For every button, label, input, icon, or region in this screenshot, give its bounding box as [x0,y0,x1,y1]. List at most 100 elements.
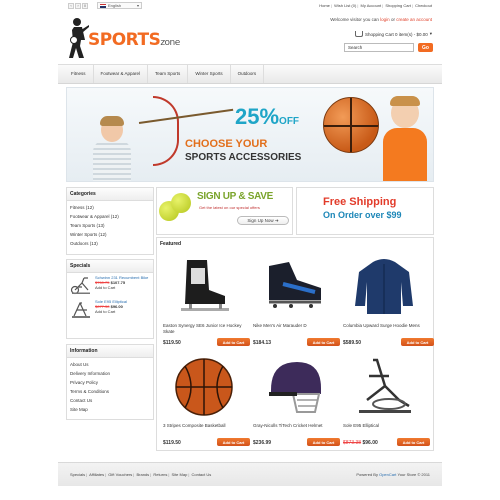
banner-line-2: SPORTS ACCESSORIES [185,152,302,163]
nav-item-footwear[interactable]: Footwear & Apparel [94,65,149,83]
top-link-wishlist[interactable]: Wish List (0) [334,3,356,8]
tennis-balls-image [159,193,193,225]
main-nav: Fitness Footwear & Apparel Team Sports W… [58,64,442,84]
info-link-about[interactable]: About Us [70,360,150,369]
product-price: $119.50 [163,440,181,446]
nav-item-outdoors[interactable]: Outdoors [231,65,265,83]
category-item[interactable]: Outdoors (13) [70,239,150,248]
free-shipping-subtitle: On Order over $99 [323,210,402,220]
signup-promo[interactable]: SIGN UP & SAVE Get the latest on our spe… [156,187,293,235]
back-arrow-icon[interactable]: ‹ [68,3,74,9]
category-item[interactable]: Fitness (12) [70,203,150,212]
free-shipping-title: Free Shipping [323,196,397,208]
arrow-right-icon: ➔ [274,218,279,223]
football-cleat-image[interactable] [263,256,325,318]
info-link-contact[interactable]: Contact Us [70,396,150,405]
product-name[interactable]: Nike Men's Air Marauder D [253,323,335,329]
hero-banner[interactable]: 25%OFF CHOOSE YOUR SPORTS ACCESSORIES [66,87,434,182]
top-link-cart[interactable]: Shopping Cart [385,3,411,8]
product-card: Sole E95 Elliptical $873.38 $96.00 Add t… [343,352,433,452]
top-link-checkout[interactable]: Checkout [415,3,432,8]
login-link[interactable]: login [380,17,390,22]
top-link-account[interactable]: My Account [360,3,381,8]
add-to-cart-button[interactable]: Add to Cart [307,338,340,346]
signup-subtitle: Get the latest on our special offers [199,205,260,210]
specials-title: Specials [67,260,153,273]
search-input[interactable] [344,43,414,52]
footer-link-brands[interactable]: Brands [136,472,149,477]
info-link-sitemap[interactable]: Site Map [70,405,150,414]
logo-athlete-icon[interactable] [68,16,90,60]
category-item[interactable]: Footwear & Apparel (12) [70,212,150,221]
info-link-delivery[interactable]: Delivery Information [70,369,150,378]
hoodie-image[interactable] [353,256,415,318]
top-link-home[interactable]: Home [319,3,330,8]
info-link-terms[interactable]: Terms & Conditions [70,387,150,396]
product-name[interactable]: Gray-Nicolls TiTech Cricket Helmet [253,423,335,429]
special-add-to-cart[interactable]: Add to Cart [95,285,148,290]
nav-item-winter-sports[interactable]: Winter Sports [188,65,231,83]
specials-box: Specials Schwinn 231 Recumbent Bike $760… [66,259,154,339]
create-account-link[interactable]: create an account [396,17,432,22]
language-select[interactable]: English ▾ [97,2,142,9]
free-shipping-promo[interactable]: Free Shipping On Order over $99 [296,187,434,235]
cricket-helmet-image[interactable] [263,356,325,418]
pause-icon[interactable]: ‖ [82,3,88,9]
special-item: Sole E95 Elliptical $877.38 $96.00 Add t… [67,297,153,321]
basketball-product-image[interactable] [173,356,235,418]
categories-box: Categories Fitness (12) Footwear & Appar… [66,187,154,255]
banner-line-1: CHOOSE YOUR [185,138,268,150]
elliptical-product-image[interactable] [353,356,415,418]
footer-link-gift-vouchers[interactable]: Gift Vouchers [108,472,132,477]
cart-summary[interactable]: Shopping Cart 0 item(s) - $0.00 ▾ [354,31,432,37]
logo-sub: zone [160,38,180,48]
banner-discount: 25%OFF [235,104,300,129]
archer-kid-image [87,116,139,181]
product-card: Columbia Upward Surge Hoodie Mens $589.5… [343,252,434,352]
add-to-cart-button[interactable]: Add to Cart [307,438,340,446]
category-item[interactable]: Winter Sports (12) [70,230,150,239]
product-card: Nike Men's Air Marauder D $184.13 Add to… [253,252,343,352]
flag-icon [100,4,106,8]
product-name[interactable]: Sole E95 Elliptical [343,423,425,429]
bow-image [153,96,179,166]
information-title: Information [67,345,153,358]
signup-button[interactable]: Sign Up Now ➔ [237,216,289,225]
footer: Specials| Affiliates| Gift Vouchers| Bra… [58,462,442,486]
category-item[interactable]: Team Sports (13) [70,221,150,230]
logo-main: SPORTS [88,30,161,50]
footer-link-affiliates[interactable]: Affiliates [89,472,104,477]
footer-link-sitemap[interactable]: Site Map [172,472,188,477]
nav-item-team-sports[interactable]: Team Sports [148,65,189,83]
product-card: Easton Synergy SE6 Junior Ice Hockey Ska… [163,252,253,352]
featured-title: Featured [160,241,182,247]
product-price: $589.50 [343,340,362,346]
product-name[interactable]: 3 Stripes Composite Basketball [163,423,245,429]
search-go-button[interactable]: Go [418,43,433,52]
footer-link-contact[interactable]: Contact Us [191,472,211,477]
boy-with-ball-image [379,96,431,181]
recumbent-bike-image[interactable] [70,275,92,295]
welcome-message: Welcome visitor you can login or create … [330,17,432,22]
product-name[interactable]: Columbia Upward Surge Hoodie Mens [343,323,425,329]
special-add-to-cart[interactable]: Add to Cart [95,309,127,314]
add-to-cart-button[interactable]: Add to Cart [217,338,250,346]
forward-arrow-icon[interactable]: › [75,3,81,9]
hockey-skate-image[interactable] [173,256,235,318]
add-to-cart-button[interactable]: Add to Cart [217,438,250,446]
top-links: Home| Wish List (0)| My Account| Shoppin… [319,3,432,8]
logo-wordmark[interactable]: SPORTSzone [88,30,180,50]
add-to-cart-button[interactable]: Add to Cart [401,338,434,346]
footer-link-returns[interactable]: Returns [153,472,167,477]
cart-text: Shopping Cart 0 item(s) - $0.00 [364,31,428,37]
product-price: $236.99 [253,440,272,446]
add-to-cart-button[interactable]: Add to Cart [397,438,430,446]
footer-link-specials[interactable]: Specials [70,472,85,477]
product-name[interactable]: Easton Synergy SE6 Junior Ice Hockey Ska… [163,323,245,335]
info-link-privacy[interactable]: Privacy Policy [70,378,150,387]
page-frame: ‹ › ‖ English ▾ Home| Wish List (0)| My … [58,0,442,500]
opencart-link[interactable]: OpenCart [379,472,396,477]
product-price: $873.38 $96.00 [343,440,378,446]
nav-item-fitness[interactable]: Fitness [64,65,94,83]
elliptical-image[interactable] [70,299,92,319]
